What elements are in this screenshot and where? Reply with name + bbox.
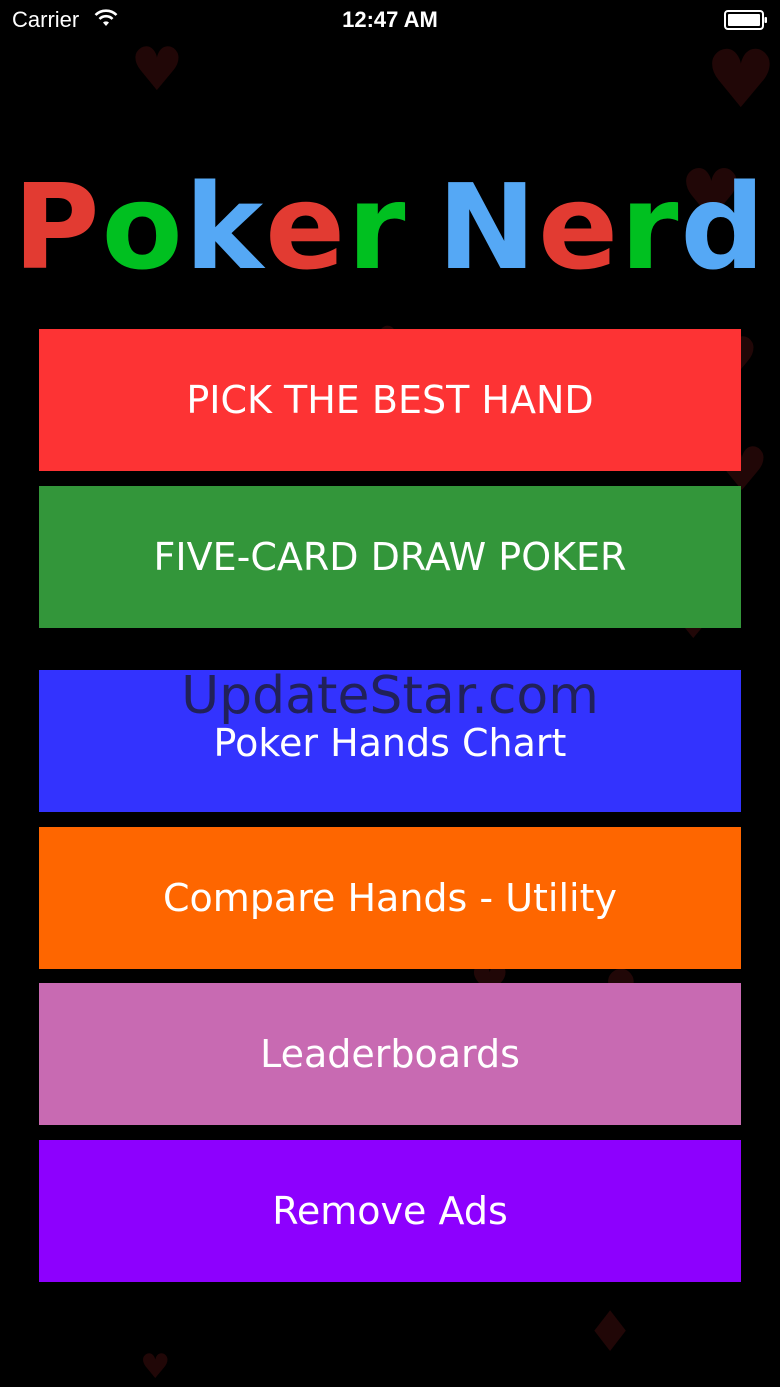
compare-hands-button[interactable]: Compare Hands - Utility [39, 827, 741, 969]
pick-best-hand-button[interactable]: PICK THE BEST HAND [39, 329, 741, 471]
remove-ads-label: Remove Ads [272, 1189, 508, 1233]
five-card-draw-button[interactable]: FIVE-CARD DRAW POKER [39, 486, 741, 628]
title-letter: N [437, 158, 539, 296]
title-letter: d [680, 158, 767, 296]
five-card-draw-label: FIVE-CARD DRAW POKER [153, 535, 627, 579]
pick-best-hand-label: PICK THE BEST HAND [186, 378, 594, 422]
title-space [407, 168, 437, 286]
heart-bg-icon: ♥ [140, 1347, 171, 1387]
diamond-bg-icon: ♦ [585, 1300, 636, 1365]
poker-hands-chart-label: Poker Hands Chart [213, 721, 567, 765]
leaderboards-label: Leaderboards [260, 1032, 520, 1076]
title-letter: o [101, 158, 185, 296]
heart-bg-icon: ♥ [705, 33, 777, 126]
title-letter: P [13, 158, 102, 296]
title-letter: e [265, 158, 348, 296]
leaderboards-button[interactable]: Leaderboards [39, 983, 741, 1125]
title-letter: e [538, 158, 621, 296]
poker-hands-chart-button[interactable]: Poker Hands Chart [39, 670, 741, 812]
status-time: 12:47 AM [342, 7, 438, 32]
title-letter: k [184, 158, 266, 296]
remove-ads-button[interactable]: Remove Ads [39, 1140, 741, 1282]
title-letter: r [347, 158, 408, 296]
heart-bg-icon: ♥ [130, 35, 184, 105]
app-screen: ♥ ♥ ♥ ♣ ♥ ♥ ♥ ♣ ♥ ♥ ♥ ♠ ♣ ♥ ♥ ♥ ♣ ♣ ♣ ♥ … [0, 0, 780, 1387]
app-title: Poker Nerd [0, 168, 780, 286]
title-letter: r [620, 158, 681, 296]
status-bar: Carrier 12:47 AM [0, 0, 780, 40]
battery-icon [724, 10, 767, 30]
compare-hands-label: Compare Hands - Utility [163, 876, 617, 920]
